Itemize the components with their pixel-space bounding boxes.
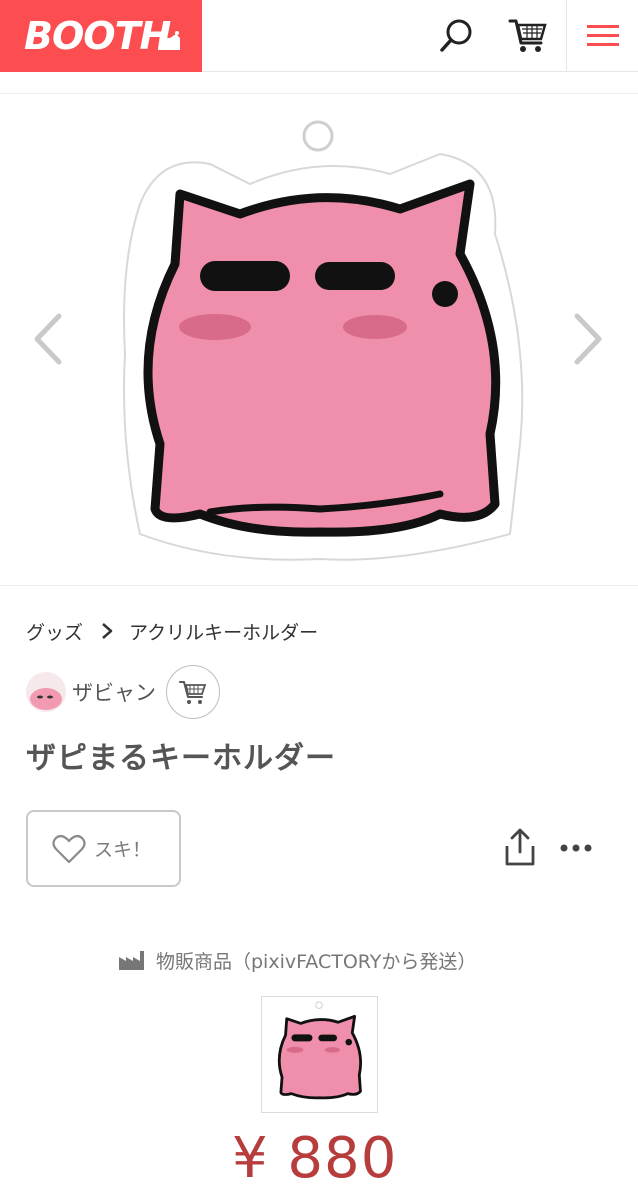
breadcrumb: グッズ アクリルキーホルダー xyxy=(26,618,318,644)
chevron-right-icon xyxy=(574,313,602,365)
product-thumbnail[interactable] xyxy=(261,996,378,1113)
cart-icon xyxy=(179,681,207,704)
thumbnail-image xyxy=(277,1000,363,1099)
carousel-prev-button[interactable] xyxy=(28,309,68,369)
search-button[interactable] xyxy=(430,10,482,62)
booth-logo[interactable]: BOOTH xyxy=(0,0,202,72)
product-price: ¥ 880 xyxy=(232,1126,398,1191)
shipping-type: 物販商品（pixivFACTORYから発送） xyxy=(118,945,476,975)
app-header: BOOTH xyxy=(0,0,638,72)
breadcrumb-item-acrylic-keyholder[interactable]: アクリルキーホルダー xyxy=(129,618,318,645)
cart-icon xyxy=(508,19,547,52)
shop-avatar[interactable] xyxy=(26,672,66,712)
shop-info: ザビャン xyxy=(26,665,220,719)
shop-cart-button[interactable] xyxy=(166,665,220,719)
like-button[interactable]: スキ！ xyxy=(26,810,181,887)
product-title: ザピまるキーホルダー xyxy=(26,741,336,776)
like-label: スキ！ xyxy=(94,839,152,861)
logo-text: BOOTH xyxy=(24,14,171,58)
more-icon xyxy=(560,844,592,852)
menu-button[interactable] xyxy=(566,0,638,72)
chevron-right-icon xyxy=(101,622,113,640)
avatar-image xyxy=(26,672,66,712)
share-icon xyxy=(505,828,535,866)
product-image xyxy=(123,120,524,561)
breadcrumb-item-goods[interactable]: グッズ xyxy=(26,618,83,645)
shipping-label: 物販商品（pixivFACTORYから発送） xyxy=(156,950,477,973)
search-icon xyxy=(440,19,472,52)
product-image-carousel[interactable] xyxy=(0,93,638,586)
more-options-button[interactable] xyxy=(556,830,596,866)
menu-icon xyxy=(586,25,619,46)
factory-icon xyxy=(118,949,146,971)
shop-name[interactable]: ザビャン xyxy=(72,677,156,707)
cart-button[interactable] xyxy=(502,10,554,62)
share-button[interactable] xyxy=(500,826,540,870)
carousel-next-button[interactable] xyxy=(568,309,608,369)
logo-mark-icon xyxy=(158,31,180,50)
chevron-left-icon xyxy=(34,313,62,365)
heart-icon xyxy=(52,834,86,863)
